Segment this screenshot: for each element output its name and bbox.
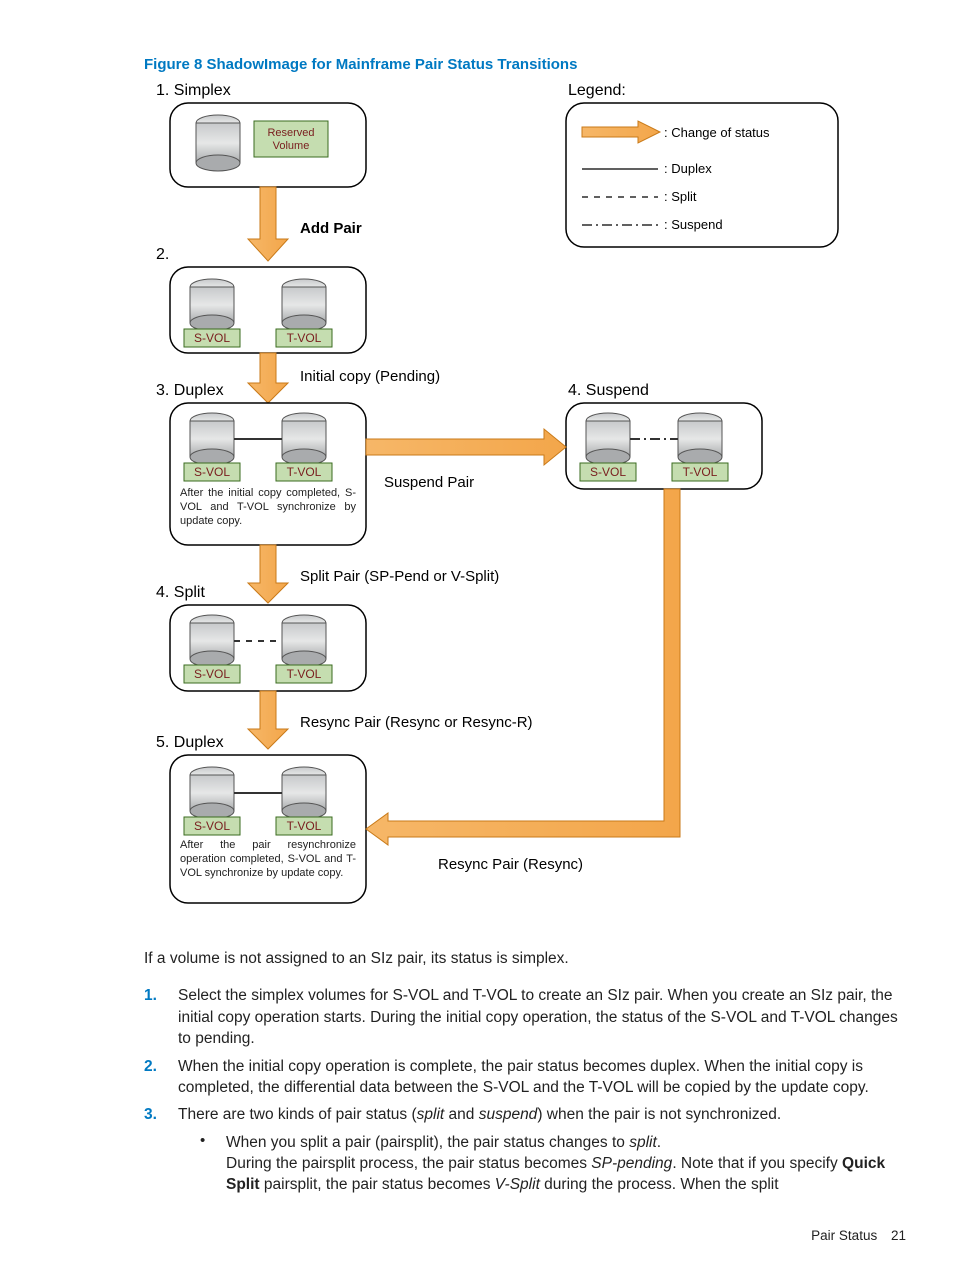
state-1-label: 1. Simplex [156,82,231,99]
step-number: 1. [144,985,178,1006]
steps-list: 1. Select the simplex volumes for S-VOL … [144,985,906,1125]
state-5-note: After the pair resynchronize operation c… [180,839,356,880]
reserved-volume-text-l2: Volume [273,140,310,152]
cylinder-icon [190,279,234,331]
reserved-volume-text-l1: Reserved [267,127,314,139]
add-pair-label: Add Pair [300,220,362,237]
svol-text: S-VOL [194,465,230,479]
state-4-suspend-label: 4. Suspend [568,382,649,399]
svol-text: S-VOL [194,667,230,681]
sub-text: When you split a pair (pairsplit), the p… [226,1132,906,1196]
cylinder-icon [190,615,234,667]
step-number: 3. [144,1104,178,1125]
split-pair-label: Split Pair (SP-Pend or V-Split) [300,568,499,585]
step-text: Select the simplex volumes for S-VOL and… [178,985,906,1049]
arrow-resync-from-suspend [366,489,680,845]
svol-text: S-VOL [194,331,230,345]
pair-status-diagram: 1. Simplex Reserved Volume Legend: : Cha… [148,81,844,931]
cylinder-icon [678,413,722,465]
step-text: When the initial copy operation is compl… [178,1056,906,1099]
tvol-text: T-VOL [683,465,718,479]
cylinder-icon [282,615,326,667]
svol-text: S-VOL [590,465,626,479]
cylinder-icon [190,767,234,819]
arrow-split [248,545,288,603]
document-page: Figure 8 ShadowImage for Mainframe Pair … [0,0,954,1271]
step-number: 2. [144,1056,178,1077]
sub-list: • When you split a pair (pairsplit), the… [200,1132,906,1196]
legend-duplex-text: : Duplex [664,161,712,176]
cylinder-icon [586,413,630,465]
state-5-label: 5. Duplex [156,734,224,751]
arrow-add-pair [248,187,288,261]
cylinder-icon [282,413,326,465]
cylinder-icon [282,279,326,331]
sub-line-1: When you split a pair (pairsplit), the p… [226,1134,661,1151]
svol-text: S-VOL [194,819,230,833]
legend-change-text: : Change of status [664,125,770,140]
cylinder-icon [190,413,234,465]
cylinder-icon [196,115,240,171]
state-3-note: After the initial copy completed, S-VOL … [180,487,356,528]
state-2-label: 2. [156,246,169,263]
footer-page-number: 21 [891,1228,906,1243]
arrow-resync-rr [248,691,288,749]
figure-caption: Figure 8 ShadowImage for Mainframe Pair … [144,56,906,73]
legend-split-text: : Split [664,189,697,204]
suspend-pair-label: Suspend Pair [384,474,474,491]
cylinder-icon [282,767,326,819]
bullet-icon: • [200,1132,226,1149]
legend-title: Legend: [568,82,626,99]
intro-paragraph: If a volume is not assigned to an SIz pa… [144,949,906,970]
arrow-initial-copy [248,353,288,403]
tvol-text: T-VOL [287,465,322,479]
legend-arrow-icon [582,121,660,143]
initial-copy-label: Initial copy (Pending) [300,368,440,385]
resync-label: Resync Pair (Resync) [438,856,583,873]
sub-line-2: During the pairsplit process, the pair s… [226,1155,885,1193]
tvol-text: T-VOL [287,819,322,833]
resync-rr-label: Resync Pair (Resync or Resync-R) [300,714,533,731]
tvol-text: T-VOL [287,667,322,681]
arrow-suspend [366,429,566,465]
footer-section: Pair Status [811,1228,877,1243]
legend-suspend-text: : Suspend [664,217,723,232]
page-footer: Pair Status 21 [811,1228,906,1243]
state-4-split-label: 4. Split [156,584,205,601]
step-text: There are two kinds of pair status (spli… [178,1104,906,1125]
tvol-text: T-VOL [287,331,322,345]
state-3-label: 3. Duplex [156,382,224,399]
